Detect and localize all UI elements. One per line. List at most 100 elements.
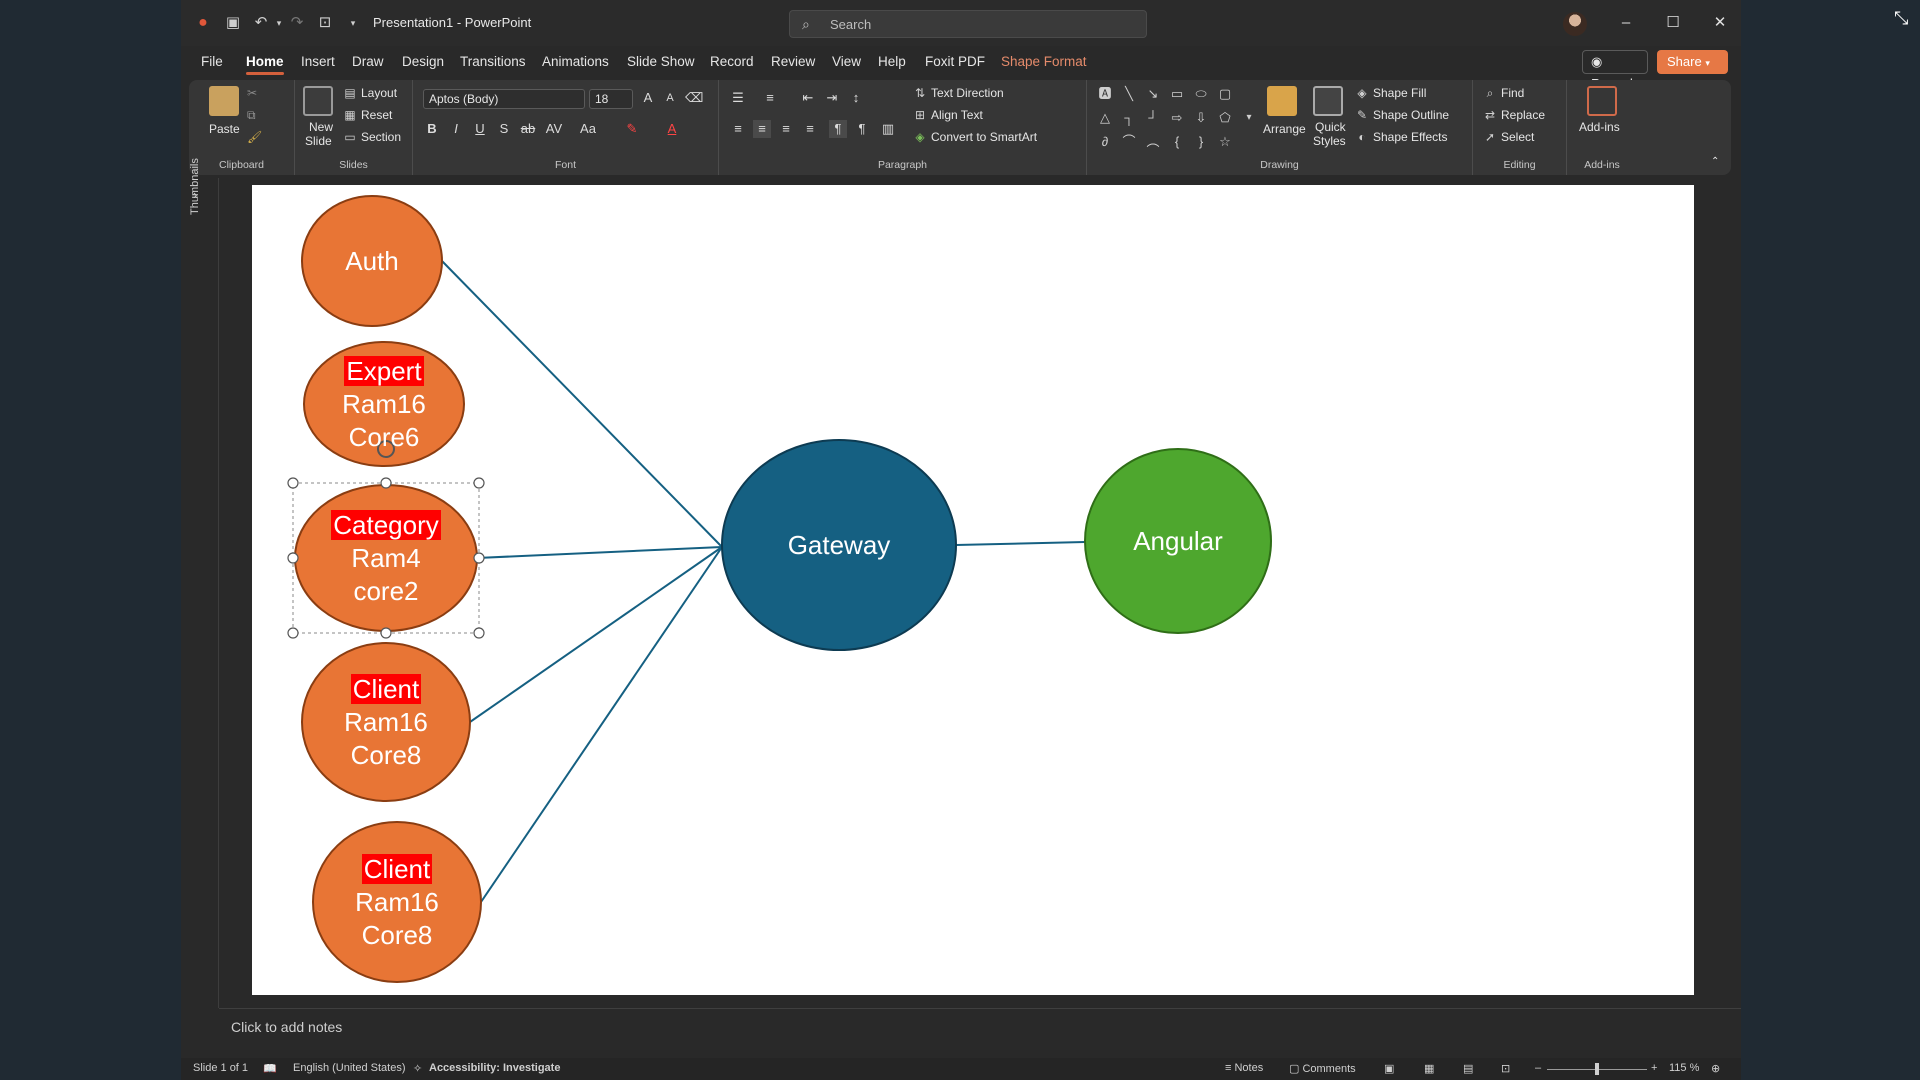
numbering-icon[interactable]: ≡ — [761, 89, 779, 107]
connector-client2-gateway[interactable] — [480, 546, 723, 903]
connector-client1-gateway[interactable] — [469, 546, 723, 723]
strikethrough-icon[interactable]: ab — [519, 120, 537, 138]
shadow-icon[interactable]: S — [495, 120, 513, 138]
exit-fullscreen-icon[interactable]: ⤡ — [1894, 8, 1908, 29]
copy-icon[interactable]: ⧉ — [247, 108, 256, 123]
align-left-icon[interactable]: ≡ — [729, 120, 747, 138]
notes-pane[interactable]: Click to add notes — [219, 1008, 1741, 1048]
select-button[interactable]: ➚ Select — [1483, 130, 1534, 144]
increase-indent-icon[interactable]: ⇥ — [823, 89, 841, 107]
line-shape-icon[interactable]: ╲ — [1121, 86, 1137, 102]
columns-icon[interactable]: ▥ — [879, 120, 897, 138]
more-shapes-icon[interactable]: ▾ — [1241, 110, 1257, 126]
underline-icon[interactable]: U — [471, 120, 489, 138]
undo-icon[interactable]: ↶ — [251, 13, 271, 33]
ltr-icon[interactable]: ¶ — [829, 120, 847, 138]
connector-angular-gateway[interactable] — [955, 541, 1086, 546]
tab-record[interactable]: Record — [710, 54, 754, 69]
font-size-select[interactable]: 18 — [589, 89, 633, 109]
quick-styles-label-1[interactable]: Quick — [1315, 120, 1346, 134]
tab-draw[interactable]: Draw — [352, 54, 384, 69]
avatar[interactable] — [1563, 12, 1587, 36]
align-center-icon[interactable]: ≡ — [753, 120, 771, 138]
normal-view-icon[interactable]: ▣ — [1384, 1062, 1394, 1075]
bullets-icon[interactable]: ☰ — [729, 89, 747, 107]
addins-button[interactable]: Add-ins — [1579, 120, 1620, 134]
reading-view-icon[interactable]: ▤ — [1463, 1062, 1473, 1075]
fit-to-window-icon[interactable]: ⊕ — [1711, 1062, 1720, 1075]
collapse-ribbon-icon[interactable]: ⌃ — [1711, 156, 1719, 167]
format-painter-icon[interactable]: 🖌 — [247, 130, 262, 144]
rectangle-shape-icon[interactable]: ▭ — [1169, 86, 1185, 102]
resize-handle[interactable] — [473, 627, 485, 639]
convert-smartart-button[interactable]: ◈ Convert to SmartArt — [913, 130, 1037, 144]
close-button[interactable]: ✕ — [1700, 10, 1740, 36]
replace-button[interactable]: ⇄ Replace — [1483, 108, 1545, 122]
star-shape-icon[interactable]: ☆ — [1217, 134, 1233, 150]
reset-button[interactable]: ▦ Reset — [343, 108, 392, 122]
comments-toggle[interactable]: ▢ Comments — [1289, 1062, 1356, 1075]
character-spacing-icon[interactable]: AV — [545, 120, 563, 138]
resize-handle[interactable] — [380, 627, 392, 639]
customize-toolbar-icon[interactable]: ▾ — [343, 13, 363, 33]
new-slide-icon[interactable] — [303, 86, 333, 116]
tab-file[interactable]: File — [201, 54, 223, 69]
resize-handle[interactable] — [473, 477, 485, 489]
section-button[interactable]: ▭ Section — [343, 130, 401, 144]
increase-font-icon[interactable]: A — [639, 89, 657, 107]
connector-auth-gateway[interactable] — [441, 260, 723, 548]
record-button[interactable]: ◉ Record — [1582, 50, 1648, 91]
paste-icon[interactable] — [209, 86, 239, 116]
connector-category-gateway[interactable] — [476, 546, 723, 559]
freeform-shape-icon[interactable]: ∂ — [1097, 134, 1113, 150]
triangle-shape-icon[interactable]: △ — [1097, 110, 1113, 126]
arc-shape-icon[interactable]: ⌒ — [1121, 134, 1137, 150]
tab-slide-show[interactable]: Slide Show — [627, 54, 695, 69]
spelling-icon[interactable]: 📖 — [263, 1062, 277, 1075]
bold-icon[interactable]: B — [423, 120, 441, 138]
zoom-out-icon[interactable]: – — [1535, 1062, 1541, 1074]
align-text-button[interactable]: ⊞ Align Text — [913, 108, 983, 122]
shape-outline-button[interactable]: ✎ Shape Outline — [1355, 108, 1449, 122]
line-spacing-icon[interactable]: ↕ — [847, 89, 865, 107]
left-brace-shape-icon[interactable]: { — [1169, 134, 1185, 150]
maximize-button[interactable]: ☐ — [1653, 10, 1693, 36]
zoom-slider-handle[interactable] — [1595, 1063, 1599, 1075]
tab-design[interactable]: Design — [402, 54, 444, 69]
thumbnails-label[interactable]: Thumbnails — [189, 158, 201, 215]
search-input[interactable]: ⌕ Search — [789, 10, 1147, 38]
shape-effects-button[interactable]: ◐ Shape Effects — [1355, 130, 1447, 144]
textbox-shape-icon[interactable]: 🅰 — [1097, 86, 1113, 102]
font-family-select[interactable]: Aptos (Body) — [423, 89, 585, 109]
tab-foxit-pdf[interactable]: Foxit PDF — [925, 54, 985, 69]
highlight-color-icon[interactable]: ✎ — [623, 120, 641, 138]
arrange-icon[interactable] — [1267, 86, 1297, 116]
right-arrow-shape-icon[interactable]: ⇨ — [1169, 110, 1185, 126]
present-icon[interactable]: ⊡ — [315, 13, 335, 33]
share-button[interactable]: Share ▾ — [1657, 50, 1728, 74]
tab-insert[interactable]: Insert — [301, 54, 335, 69]
arrange-button[interactable]: Arrange — [1263, 122, 1306, 136]
tab-view[interactable]: View — [832, 54, 861, 69]
quick-styles-icon[interactable] — [1313, 86, 1343, 116]
arrow-line-shape-icon[interactable]: ↘ — [1145, 86, 1161, 102]
layout-button[interactable]: ▤ Layout — [343, 86, 397, 100]
paste-button[interactable]: Paste — [209, 122, 240, 136]
rounded-rect-shape-icon[interactable]: ▢ — [1217, 86, 1233, 102]
decrease-font-icon[interactable]: A — [661, 89, 679, 107]
resize-handle[interactable] — [287, 627, 299, 639]
text-direction-button[interactable]: ⇅ Text Direction — [913, 86, 1004, 100]
tab-help[interactable]: Help — [878, 54, 906, 69]
redo-icon[interactable]: ↷ — [287, 13, 307, 33]
clear-formatting-icon[interactable]: ⌫ — [685, 89, 703, 107]
tab-animations[interactable]: Animations — [542, 54, 609, 69]
zoom-in-icon[interactable]: + — [1651, 1062, 1657, 1074]
resize-handle[interactable] — [380, 477, 392, 489]
language-indicator[interactable]: English (United States) — [293, 1062, 406, 1074]
resize-handle[interactable] — [287, 477, 299, 489]
font-color-icon[interactable]: A — [663, 120, 681, 138]
align-right-icon[interactable]: ≡ — [777, 120, 795, 138]
find-button[interactable]: ⌕ Find — [1483, 86, 1525, 100]
tab-transitions[interactable]: Transitions — [460, 54, 526, 69]
pentagon-shape-icon[interactable]: ⬠ — [1217, 110, 1233, 126]
